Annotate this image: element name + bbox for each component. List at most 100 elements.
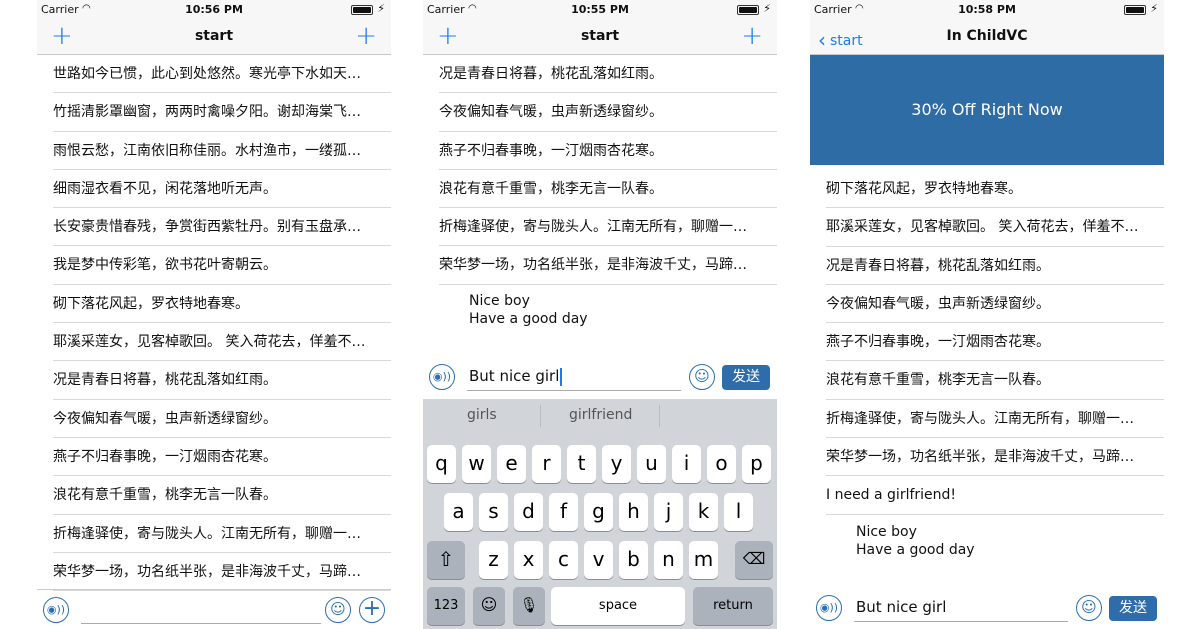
list-item[interactable]: 浪花有意千重雪，桃李无言一队春。 — [439, 170, 777, 209]
letter-key[interactable]: f — [549, 493, 578, 531]
message-input[interactable] — [81, 596, 321, 624]
letter-key[interactable]: y — [602, 445, 631, 483]
send-button[interactable]: 发送 — [722, 365, 770, 390]
add-right-button[interactable]: + — [355, 22, 377, 50]
screen-child-vc: Carrier ◠ 10:58 PM ⚡ ‹ start In ChildVC 3… — [810, 0, 1164, 629]
navigation-bar: + start + — [423, 20, 777, 55]
emoji-icon[interactable]: ☺ — [1076, 595, 1102, 621]
text-cursor — [560, 367, 563, 386]
list-item[interactable]: 砌下落花风起，罗衣特地春寒。 — [826, 170, 1164, 209]
letter-key[interactable]: t — [567, 445, 596, 483]
letter-key[interactable]: w — [462, 445, 491, 483]
page-title: start — [580, 28, 620, 44]
list-item[interactable]: 折梅逢驿使，寄与陇头人。江南无所有，聊赠一枝春。 — [439, 208, 777, 247]
letter-key[interactable]: k — [689, 493, 718, 531]
poem-list[interactable]: 砌下落花风起，罗衣特地春寒。 耶溪采莲女，见客棹歌回。 笑入荷花去，佯羞不出来。况… — [810, 170, 1164, 515]
letter-key[interactable]: m — [689, 541, 718, 579]
suggestion-item[interactable]: girlfriend — [569, 407, 632, 423]
list-item[interactable]: 竹摇清影罩幽窗，两两时禽噪夕阳。谢却海棠飞尽絮，困人天气日初长。 — [53, 93, 391, 132]
list-item[interactable]: 耶溪采莲女，见客棹歌回。 笑入荷花去，佯羞不出来。 — [53, 323, 391, 362]
input-text: But nice girl — [469, 367, 560, 385]
suggestion-item[interactable]: girls — [467, 407, 497, 423]
list-item[interactable]: 细雨湿衣看不见，闲花落地听无声。 — [53, 170, 391, 209]
charging-icon: ⚡ — [1150, 2, 1158, 15]
letter-key[interactable]: z — [479, 541, 508, 579]
letter-key[interactable]: b — [619, 541, 648, 579]
list-item[interactable]: 荣华梦一场，功名纸半张，是非海波千丈，马蹄踏碎禁街霜。 — [439, 246, 777, 285]
letter-key[interactable]: g — [584, 493, 613, 531]
list-item[interactable]: 浪花有意千重雪，桃李无言一队春。 — [53, 476, 391, 515]
poem-list[interactable]: 况是青春日将暮，桃花乱落如红雨。 今夜偏知春气暖，虫声新透绿窗纱。 燕子不归春事晚，… — [423, 55, 777, 285]
list-item[interactable]: 燕子不归春事晚，一汀烟雨杏花寒。 — [439, 132, 777, 170]
bubble-line: Nice boy — [856, 524, 917, 540]
list-item[interactable]: 长安豪贵惜春残，争赏街西紫牡丹。别有玉盘承露冷，无人起就月中看。 — [53, 208, 391, 247]
promo-banner[interactable]: 30% Off Right Now — [810, 55, 1164, 165]
voice-icon[interactable]: ◉)) — [429, 364, 455, 390]
add-right-button[interactable]: + — [741, 22, 763, 50]
status-time: 10:55 PM — [571, 3, 629, 16]
list-item[interactable]: 耶溪采莲女，见客棹歌回。 笑入荷花去，佯羞不出来。 — [826, 208, 1164, 247]
list-item[interactable]: 荣华梦一场，功名纸半张，是非海波千丈，马蹄踏碎禁街霜。 — [826, 438, 1164, 477]
letter-key[interactable]: l — [724, 493, 753, 531]
list-item[interactable]: 世路如今已惯，此心到处悠然。寒光亭下水如天，飞起沙鸥一片。 — [53, 55, 391, 94]
list-item[interactable]: 况是青春日将暮，桃花乱落如红雨。 — [439, 55, 777, 94]
poem-list[interactable]: 世路如今已惯，此心到处悠然。寒光亭下水如天，飞起沙鸥一片。竹摇清影罩幽窗，两两时… — [37, 55, 391, 592]
bubble-line: Have a good day — [469, 311, 588, 327]
letter-key[interactable]: r — [532, 445, 561, 483]
letter-key[interactable]: c — [549, 541, 578, 579]
suggestion-bar: girls girlfriend — [423, 399, 777, 434]
space-key[interactable]: space — [551, 587, 685, 625]
letter-key[interactable]: u — [637, 445, 666, 483]
list-item[interactable]: 况是青春日将暮，桃花乱落如红雨。 — [826, 247, 1164, 285]
status-bar: Carrier ◠ 10:56 PM ⚡ — [37, 0, 391, 20]
charging-icon: ⚡ — [763, 2, 771, 15]
letter-key[interactable]: p — [742, 445, 771, 483]
list-item[interactable]: 我是梦中传彩笔，欲书花叶寄朝云。 — [53, 246, 391, 285]
list-item[interactable]: 折梅逢驿使，寄与陇头人。江南无所有，聊赠一枝春。 — [826, 400, 1164, 439]
message-input[interactable]: But nice girl — [467, 363, 681, 391]
shift-key[interactable]: ⇧ — [427, 541, 465, 579]
send-button[interactable]: 发送 — [1109, 596, 1157, 621]
bubble-line: Have a good day — [856, 542, 975, 558]
letter-key[interactable]: n — [654, 541, 683, 579]
status-bar: Carrier ◠ 10:55 PM ⚡ — [423, 0, 777, 20]
letter-key[interactable]: s — [479, 493, 508, 531]
message-input[interactable]: But nice girl — [854, 594, 1068, 622]
letter-key[interactable]: x — [514, 541, 543, 579]
emoji-keyboard-icon[interactable]: ☺ — [473, 587, 505, 625]
list-item[interactable]: 今夜偏知春气暖，虫声新透绿窗纱。 — [53, 400, 391, 438]
list-item[interactable]: 荣华梦一场，功名纸半张，是非海波千丈，马蹄踏碎禁街霜。 — [53, 553, 391, 592]
return-key[interactable]: return — [693, 587, 773, 625]
letter-key[interactable]: q — [427, 445, 456, 483]
list-item[interactable]: 雨恨云愁，江南依旧称佳丽。水村渔市，一缕孤烟细。 — [53, 132, 391, 170]
letter-key[interactable]: d — [514, 493, 543, 531]
voice-icon[interactable]: ◉)) — [43, 597, 69, 623]
list-item[interactable]: 今夜偏知春气暖，虫声新透绿窗纱。 — [826, 285, 1164, 324]
letter-key[interactable]: a — [444, 493, 473, 531]
letter-key[interactable]: h — [619, 493, 648, 531]
list-item[interactable]: 况是青春日将暮，桃花乱落如红雨。 — [53, 361, 391, 400]
delete-key[interactable]: ⌫ — [735, 541, 773, 579]
microphone-icon[interactable]: 🎙 — [513, 587, 545, 625]
letter-key[interactable]: v — [584, 541, 613, 579]
letter-key[interactable]: i — [672, 445, 701, 483]
letter-key[interactable]: e — [497, 445, 526, 483]
letter-key[interactable]: o — [707, 445, 736, 483]
status-bar: Carrier ◠ 10:58 PM ⚡ — [810, 0, 1164, 20]
screen-start-keyboard: Carrier ◠ 10:55 PM ⚡ + start + 况是青春日将暮，桃… — [423, 0, 777, 629]
battery-icon — [737, 5, 759, 15]
plus-circle-icon[interactable]: + — [359, 597, 385, 623]
list-item[interactable]: 砌下落花风起，罗衣特地春寒。 — [53, 285, 391, 324]
list-item[interactable]: I need a girlfriend! — [826, 476, 1164, 515]
list-item[interactable]: 浪花有意千重雪，桃李无言一队春。 — [826, 361, 1164, 400]
letter-key[interactable]: j — [654, 493, 683, 531]
list-item[interactable]: 今夜偏知春气暖，虫声新透绿窗纱。 — [439, 93, 777, 132]
emoji-icon[interactable]: ☺ — [325, 597, 351, 623]
voice-icon[interactable]: ◉)) — [816, 595, 842, 621]
list-item[interactable]: 折梅逢驿使，寄与陇头人。江南无所有，聊赠一枝春。 — [53, 515, 391, 553]
list-item[interactable]: 燕子不归春事晚，一汀烟雨杏花寒。 — [53, 438, 391, 477]
list-item[interactable]: 燕子不归春事晚，一汀烟雨杏花寒。 — [826, 323, 1164, 362]
numbers-key[interactable]: 123 — [427, 587, 465, 625]
screen-start: Carrier ◠ 10:56 PM ⚡ + start + 世路如今已惯，此心… — [37, 0, 391, 629]
emoji-icon[interactable]: ☺ — [689, 364, 715, 390]
